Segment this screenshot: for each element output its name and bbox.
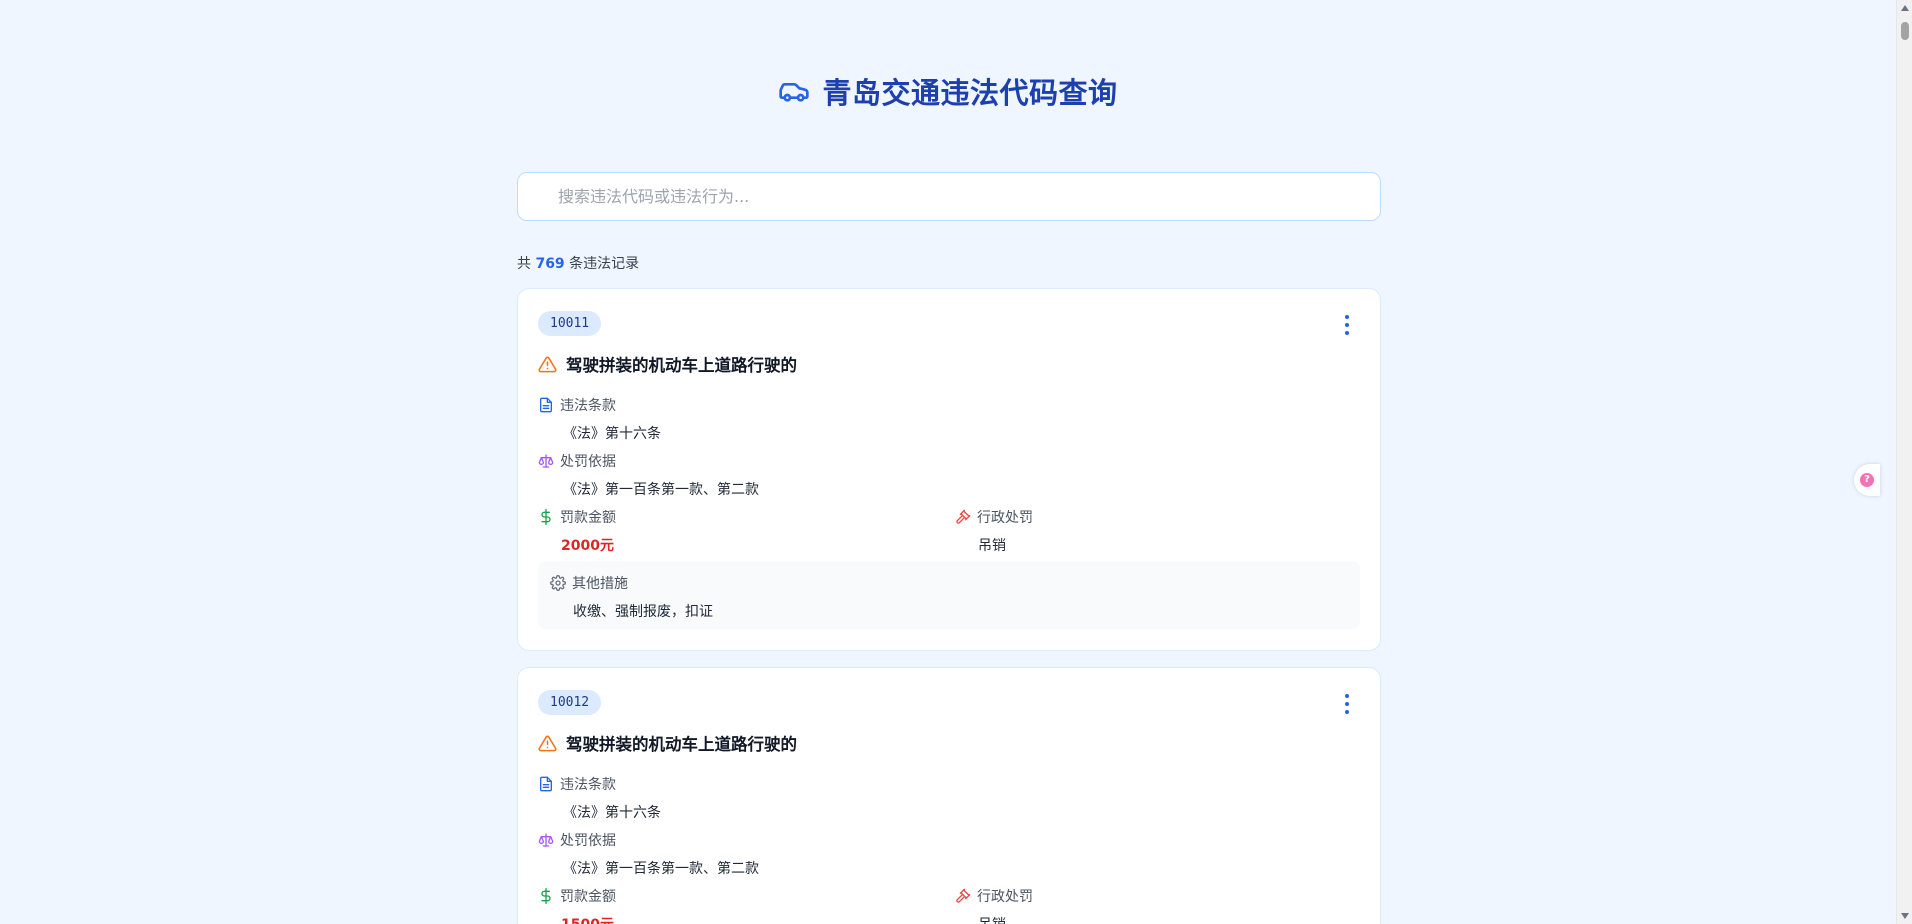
document-icon <box>540 397 552 413</box>
other-measures-box: 其他措施 收缴、强制报废，扣证 <box>538 561 1360 629</box>
search-box[interactable] <box>517 172 1381 221</box>
more-dot-icon <box>1345 702 1349 706</box>
dollar-icon <box>541 509 551 525</box>
scroll-thumb[interactable] <box>1901 22 1909 40</box>
floating-widget-icon: ? <box>1860 473 1874 487</box>
gear-icon <box>550 575 566 591</box>
floating-side-tab[interactable]: ? <box>1854 464 1880 496</box>
document-icon <box>540 776 552 792</box>
fine-field: 罚款金额 2000元 <box>538 507 616 555</box>
scale-icon <box>538 833 554 847</box>
article-label: 违法条款 <box>560 777 616 793</box>
dollar-icon <box>541 888 551 904</box>
admin-penalty-field: 行政处罚 吊销 <box>955 507 1033 555</box>
basis-value: 《法》第一百条第一款、第二款 <box>563 861 759 877</box>
more-dot-icon <box>1345 694 1349 698</box>
more-options-button[interactable] <box>1340 694 1354 714</box>
admin-penalty-field: 行政处罚 吊销 <box>955 886 1033 924</box>
other-measures-value: 收缴、强制报废，扣证 <box>573 604 713 620</box>
violation-card: 10012 驾驶拼装的机动车上道路行驶的 违法条款 《法》第十六条 处罚依据 《… <box>517 667 1381 924</box>
page: 青岛交通违法代码查询 共 769 条违法记录 10011 驾驶拼装的机动车上道路… <box>0 0 1896 924</box>
violation-title-text: 驾驶拼装的机动车上道路行驶的 <box>566 735 797 754</box>
more-options-button[interactable] <box>1340 315 1354 335</box>
violation-title: 驾驶拼装的机动车上道路行驶的 <box>538 352 797 376</box>
article-field: 违法条款 《法》第十六条 <box>538 774 661 822</box>
warning-triangle-icon <box>538 356 557 372</box>
fine-value: 2000元 <box>561 538 614 554</box>
article-label: 违法条款 <box>560 398 616 414</box>
more-dot-icon <box>1345 323 1349 327</box>
count-number: 769 <box>535 256 565 272</box>
scroll-down-arrow-icon[interactable] <box>1901 913 1909 919</box>
more-dot-icon <box>1345 331 1349 335</box>
admin-penalty-label: 行政处罚 <box>977 510 1033 526</box>
basis-label: 处罚依据 <box>560 833 616 849</box>
scroll-up-arrow-icon[interactable] <box>1901 5 1909 11</box>
fine-label: 罚款金额 <box>560 889 616 905</box>
count-prefix: 共 <box>517 256 531 272</box>
more-dot-icon <box>1345 315 1349 319</box>
article-field: 违法条款 《法》第十六条 <box>538 395 661 443</box>
article-value: 《法》第十六条 <box>563 426 661 442</box>
violation-code-badge: 10011 <box>538 311 602 336</box>
violation-code-badge: 10012 <box>538 690 602 715</box>
basis-value: 《法》第一百条第一款、第二款 <box>563 482 759 498</box>
fine-field: 罚款金额 1500元 <box>538 886 616 924</box>
warning-triangle-icon <box>538 735 557 751</box>
page-header: 青岛交通违法代码查询 <box>0 70 1896 112</box>
search-input[interactable] <box>558 187 1380 206</box>
violation-title: 驾驶拼装的机动车上道路行驶的 <box>538 731 797 755</box>
gavel-icon <box>956 509 971 524</box>
basis-label: 处罚依据 <box>560 454 616 470</box>
gavel-icon <box>956 888 971 903</box>
admin-penalty-value: 吊销 <box>978 538 1006 554</box>
fine-label: 罚款金额 <box>560 510 616 526</box>
article-value: 《法》第十六条 <box>563 805 661 821</box>
violation-title-text: 驾驶拼装的机动车上道路行驶的 <box>566 356 797 375</box>
scale-icon <box>538 454 554 468</box>
count-suffix: 条违法记录 <box>569 256 640 272</box>
fine-value: 1500元 <box>538 914 616 924</box>
page-scrollbar[interactable] <box>1896 0 1912 924</box>
other-measures-label: 其他措施 <box>572 576 628 592</box>
basis-field: 处罚依据 《法》第一百条第一款、第二款 <box>538 830 759 878</box>
page-title: 青岛交通违法代码查询 <box>822 76 1118 110</box>
admin-penalty-value: 吊销 <box>955 914 1033 924</box>
record-count: 共 769 条违法记录 <box>517 253 639 273</box>
more-dot-icon <box>1345 710 1349 714</box>
admin-penalty-label: 行政处罚 <box>977 889 1033 905</box>
basis-field: 处罚依据 《法》第一百条第一款、第二款 <box>538 451 759 499</box>
violation-card: 10011 驾驶拼装的机动车上道路行驶的 违法条款 《法》第十六条 处罚依据 《… <box>517 288 1381 651</box>
car-icon <box>779 83 810 102</box>
